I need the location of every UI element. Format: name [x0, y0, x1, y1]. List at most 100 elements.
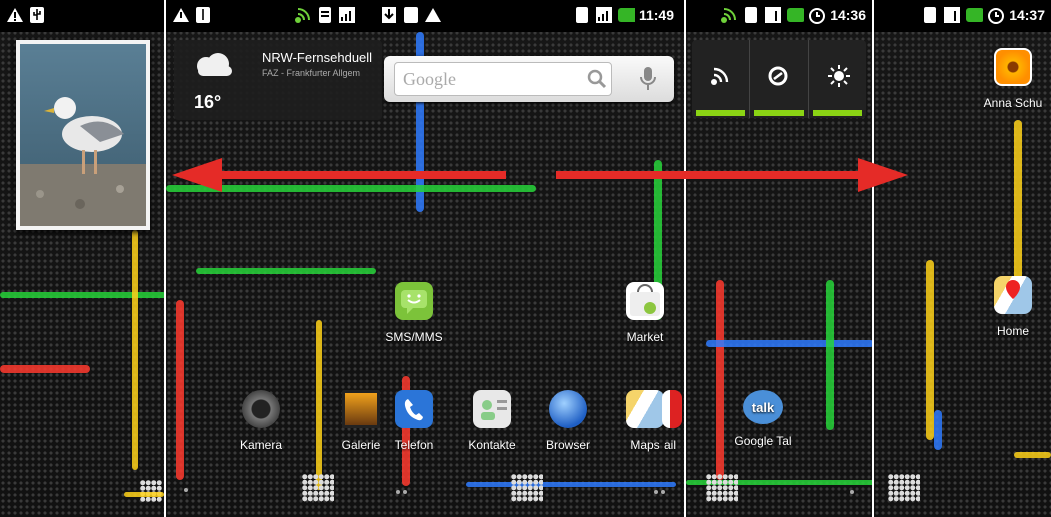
- power-control-widget: [692, 40, 866, 118]
- page-indicator: [403, 490, 407, 494]
- brightness-icon: [827, 65, 850, 87]
- contacts-icon: [473, 390, 511, 428]
- wallpaper-streak: [1014, 452, 1051, 458]
- brightness-status-bar: [812, 110, 862, 116]
- sync-icon: [573, 6, 591, 24]
- phone-icon: [395, 390, 433, 428]
- status-bar: 14:36: [686, 0, 872, 32]
- contact-shortcut-anna[interactable]: Anna Schu: [975, 48, 1051, 110]
- page-indicator: [654, 490, 658, 494]
- wifi-status-bar: [696, 110, 746, 116]
- wallpaper-streak: [826, 280, 834, 430]
- battery-icon: [786, 6, 805, 24]
- homescreen-panel-4[interactable]: 14:37 Anna Schu Home: [874, 0, 1051, 517]
- wallpaper-streak: [132, 230, 138, 470]
- app-drawer-icon[interactable]: [511, 474, 543, 502]
- signal-icon: [943, 6, 961, 24]
- warning-icon: [424, 6, 442, 24]
- temperature: 16°: [194, 92, 222, 112]
- cloudy-weather-icon: [197, 53, 232, 76]
- search-input[interactable]: Google: [394, 62, 612, 96]
- market-icon: [626, 282, 664, 320]
- search-icon[interactable]: [586, 68, 608, 95]
- talk-icon: talk: [743, 390, 783, 424]
- usb-icon: [402, 6, 420, 24]
- sync-icon: [316, 6, 334, 24]
- gmail-icon: [662, 390, 682, 428]
- photo-frame-widget[interactable]: [16, 40, 150, 230]
- app-drawer-icon[interactable]: [888, 474, 920, 502]
- app-label: Telefon: [394, 438, 434, 452]
- wallpaper-streak: [1014, 120, 1022, 290]
- wallpaper-streak: [934, 410, 942, 450]
- warning-icon: [172, 6, 190, 24]
- app-gmail[interactable]: ail: [646, 390, 684, 452]
- wallpaper-streak: [176, 300, 184, 480]
- app-drawer-icon[interactable]: [140, 480, 162, 502]
- contact-photo-icon: [994, 48, 1032, 86]
- wallpaper-streak: [0, 292, 164, 298]
- app-telefon[interactable]: Telefon: [369, 390, 459, 452]
- sync-status-bar: [754, 110, 804, 116]
- app-label: SMS/MMS: [385, 330, 443, 344]
- signal-icon: [338, 6, 356, 24]
- app-label: Home: [996, 324, 1029, 338]
- news-headline: NRW-Fernsehduell: [262, 50, 373, 65]
- swipe-left-arrow: [172, 158, 506, 192]
- status-clock: 14:36: [830, 7, 866, 23]
- homescreen-panel-1[interactable]: [0, 0, 166, 517]
- camera-icon: [242, 390, 280, 428]
- homescreen-panel-3[interactable]: 14:36 talk Google Tal: [686, 0, 874, 517]
- wallpaper-streak: [196, 268, 376, 274]
- wallpaper-streak: [716, 280, 724, 480]
- sync-icon: [742, 6, 760, 24]
- warning-icon: [6, 6, 24, 24]
- google-search-widget[interactable]: Google: [384, 56, 674, 102]
- signal-icon: [595, 6, 613, 24]
- sync-icon: [921, 6, 939, 24]
- swipe-right-arrow: [556, 158, 908, 192]
- homescreen-overview: 11:49 16° NRW-Fernsehduell FAZ - Frankfu…: [0, 0, 1051, 517]
- brightness-toggle[interactable]: [809, 40, 866, 118]
- app-label: Anna Schu: [983, 96, 1043, 110]
- page-indicator: [661, 490, 665, 494]
- app-google-talk[interactable]: talk Google Tal: [718, 390, 808, 448]
- page-indicator: [850, 490, 854, 494]
- status-clock: 14:37: [1009, 7, 1045, 23]
- app-drawer-icon[interactable]: [302, 474, 334, 502]
- map-pin-icon: [994, 276, 1032, 314]
- news-source: FAZ - Frankfurter Allgem: [262, 68, 361, 78]
- home-shortcut[interactable]: Home: [975, 276, 1051, 338]
- sync-toggle[interactable]: [750, 40, 809, 118]
- sms-icon: [395, 282, 433, 320]
- app-label: ail: [664, 438, 677, 452]
- microphone-icon[interactable]: [636, 64, 660, 99]
- sync-icon: [768, 66, 788, 86]
- wallpaper-streak: [466, 482, 676, 487]
- app-label: Kamera: [239, 438, 283, 452]
- status-bar: 11:49: [166, 0, 684, 32]
- page-indicator: [396, 490, 400, 494]
- wallpaper-streak: [0, 365, 90, 373]
- app-label: Google Tal: [734, 434, 792, 448]
- wallpaper-streak: [926, 260, 934, 440]
- wifi-toggle[interactable]: [692, 40, 751, 118]
- status-bar: [0, 0, 164, 32]
- app-kamera[interactable]: Kamera: [216, 390, 306, 452]
- wallpaper-streak: [706, 340, 872, 347]
- signal-icon: [764, 6, 782, 24]
- alarm-icon: [808, 6, 826, 24]
- status-clock: 11:49: [638, 7, 674, 23]
- homescreen-panel-2[interactable]: 11:49 16° NRW-Fernsehduell FAZ - Frankfu…: [166, 0, 686, 517]
- app-label: Market: [626, 330, 664, 344]
- app-market[interactable]: Market: [600, 282, 684, 344]
- news-weather-widget[interactable]: 16° NRW-Fernsehduell FAZ - Frankfurter A…: [174, 40, 382, 120]
- usb-icon: [194, 6, 212, 24]
- wifi-icon: [711, 67, 729, 85]
- wifi-icon: [720, 6, 738, 24]
- wifi-icon: [294, 6, 312, 24]
- app-sms-mms[interactable]: SMS/MMS: [369, 282, 459, 344]
- status-bar: 14:37: [874, 0, 1051, 32]
- app-drawer-icon[interactable]: [706, 474, 738, 502]
- battery-icon: [965, 6, 984, 24]
